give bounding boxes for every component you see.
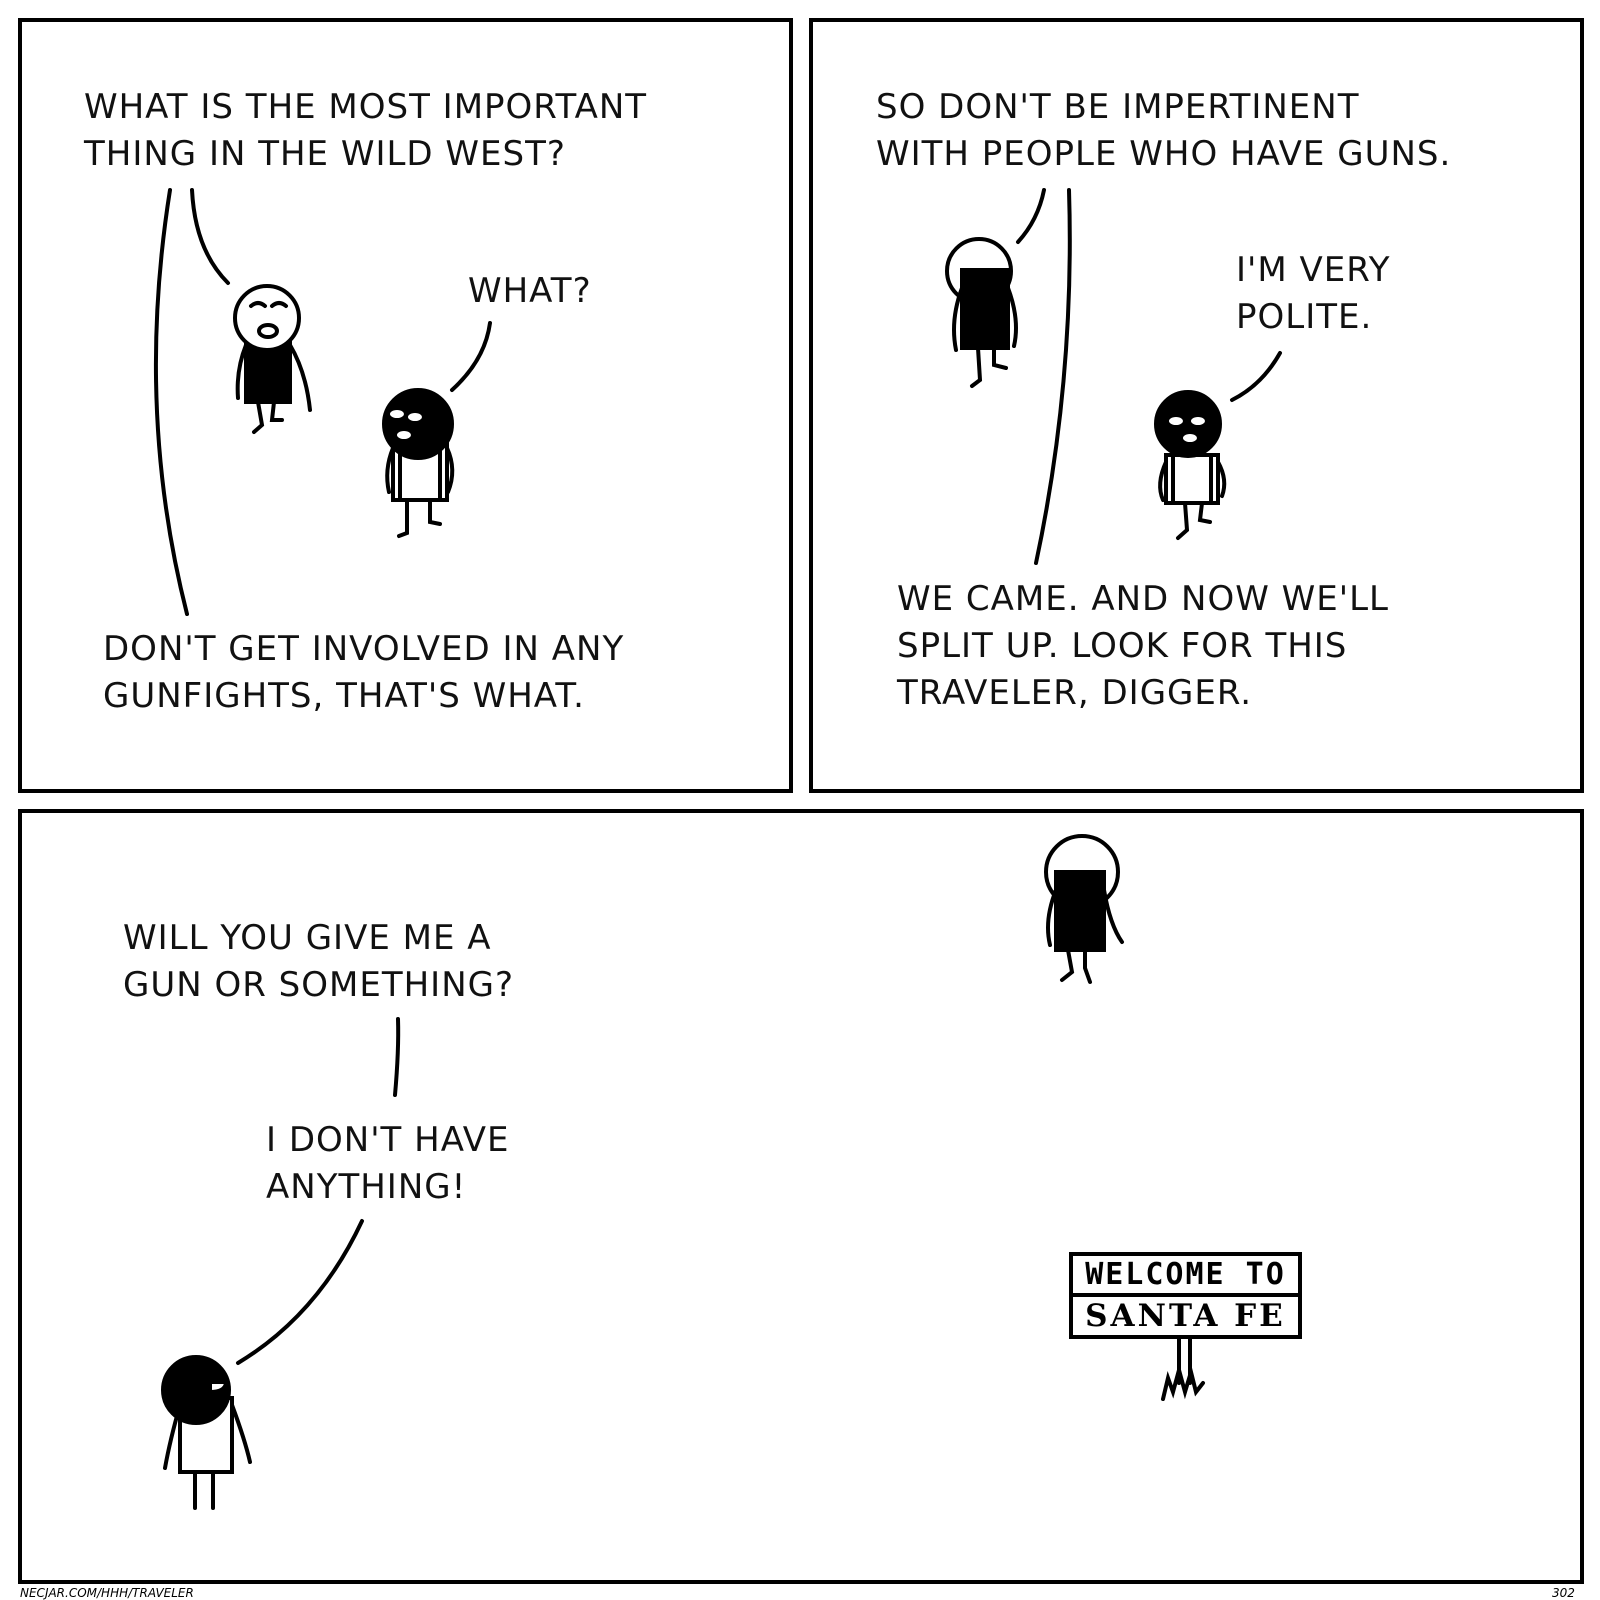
text-line: I'm very xyxy=(1236,250,1391,290)
sign-line-santa-fe: SANTA FE xyxy=(1085,1298,1286,1334)
text-line: Will you give me a xyxy=(123,918,492,958)
welcome-sign: WELCOME TO SANTA FE xyxy=(1069,1252,1302,1339)
speech-bubble-nothing: I don't have anything! xyxy=(266,1117,510,1211)
caption-impertinent: So don't be impertinent with people who … xyxy=(876,84,1451,178)
text-line: Don't get involved in any xyxy=(103,629,625,669)
text-line: polite. xyxy=(1236,297,1373,337)
caption-split-up: We came. And now we'll split up. Look fo… xyxy=(897,576,1389,717)
text-line: gun or something? xyxy=(123,965,515,1005)
text-line: I don't have xyxy=(266,1120,510,1160)
text-line: anything! xyxy=(266,1167,467,1207)
text-line: thing in the Wild West? xyxy=(84,134,566,174)
speech-bubble-polite: I'm very polite. xyxy=(1236,247,1390,341)
text-line: with people who have guns. xyxy=(876,134,1452,174)
text-line: So don't be impertinent xyxy=(876,87,1360,127)
text-line: What is the most important xyxy=(84,87,648,127)
text-line: We came. And now we'll xyxy=(897,579,1389,619)
caption-gunfights: Don't get involved in any gunfights, tha… xyxy=(103,626,624,720)
text-line: split up. Look for this xyxy=(897,626,1348,666)
page-number: 302 xyxy=(1552,1586,1575,1600)
sign-line-welcome: WELCOME TO xyxy=(1073,1256,1298,1297)
speech-bubble-what: What? xyxy=(468,268,592,315)
text-line: gunfights, that's what. xyxy=(103,676,585,716)
text-line: What? xyxy=(468,271,592,311)
caption-most-important-thing: What is the most important thing in the … xyxy=(84,84,647,178)
speech-bubble-give-gun: Will you give me a gun or something? xyxy=(123,915,514,1009)
site-credit: NECJAR.COM/HHH/TRAVELER xyxy=(20,1586,194,1600)
text-line: traveler, Digger. xyxy=(897,673,1253,713)
